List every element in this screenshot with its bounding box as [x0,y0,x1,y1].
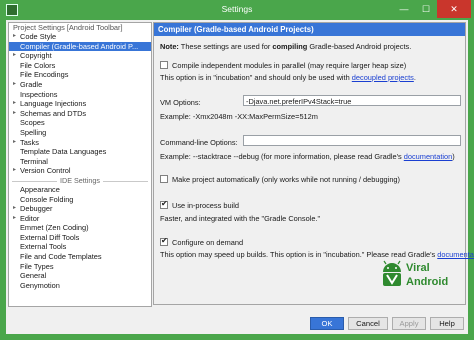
tree-item-label: Terminal [20,156,48,166]
sidebar-item-general[interactable]: General [9,271,151,281]
svg-text:Viral: Viral [406,262,430,274]
panel-title: Compiler (Gradle-based Android Projects) [154,23,465,36]
ide-settings-label: IDE Settings [57,175,103,185]
checkmark-icon: ✔ [161,236,168,245]
command-line-options-input[interactable] [243,135,461,146]
sidebar-item-schemas-and-dtds[interactable]: ▸ Schemas and DTDs [9,109,151,119]
sidebar-item-copyright[interactable]: ▸ Copyright [9,51,151,61]
sidebar-item-code-style[interactable]: ▸ Code Style [9,32,151,42]
expand-arrow-icon[interactable]: ▸ [13,109,16,119]
sidebar-item-external-diff-tools[interactable]: External Diff Tools [9,233,151,243]
sidebar-item-genymotion[interactable]: Genymotion [9,281,151,291]
sidebar-item-template-data-languages[interactable]: Template Data Languages [9,147,151,157]
in-process-build-checkbox[interactable]: ✔ [160,199,168,209]
sidebar-item-debugger[interactable]: ▸ Debugger [9,204,151,214]
sidebar-item-tasks[interactable]: ▸ Tasks [9,138,151,148]
expand-arrow-icon[interactable]: ▸ [13,51,16,61]
in-process-build-row[interactable]: ✔ Use in-process build [160,199,239,210]
in-process-build-label: Use in-process build [172,201,239,210]
make-automatically-label: Make project automatically (only works w… [172,175,400,184]
sidebar-item-terminal[interactable]: Terminal [9,157,151,167]
apply-button[interactable]: Apply [392,317,426,330]
tree-item-label: Inspections [20,89,58,99]
tree-item-label: File Types [20,261,54,271]
tree-item-label: Emmet (Zen Coding) [20,223,89,233]
sidebar-item-external-tools[interactable]: External Tools [9,242,151,252]
ok-button[interactable]: OK [310,317,344,330]
vm-options-input[interactable]: -Djava.net.preferIPv4Stack=true [243,95,461,106]
parallel-checkbox[interactable] [160,61,168,69]
tree-item-label: File Colors [20,60,56,70]
decoupled-projects-link[interactable]: decoupled projects [352,73,414,82]
sidebar-item-gradle[interactable]: ▸ Gradle [9,80,151,90]
tree-item-label: Console Folding [20,194,74,204]
expand-arrow-icon[interactable]: ▸ [13,204,16,214]
compiler-note: Note: These settings are used for compil… [160,42,412,51]
sidebar-item-file-types[interactable]: File Types [9,262,151,272]
parallel-description: This option is in "incubation" and shoul… [160,73,416,82]
tree-item-label: Schemas and DTDs [20,108,87,118]
configure-on-demand-checkbox[interactable]: ✔ [160,236,168,246]
sidebar-item-file-colors[interactable]: File Colors [9,61,151,71]
vm-options-label: VM Options: [160,98,201,107]
tree-item-label: Appearance [20,184,60,194]
ide-settings-separator: IDE Settings [9,175,151,185]
viral-android-watermark: Viral Android [383,260,448,288]
sidebar-item-editor[interactable]: ▸ Editor [9,214,151,224]
checkmark-icon: ✔ [161,199,168,208]
expand-arrow-icon[interactable]: ▸ [13,99,16,109]
expand-arrow-icon[interactable]: ▸ [13,32,16,42]
sidebar-item-spelling[interactable]: Spelling [9,128,151,138]
sidebar-item-language-injections[interactable]: ▸ Language Injections [9,99,151,109]
sidebar-item-inspections[interactable]: Inspections [9,90,151,100]
sidebar-item-scopes[interactable]: Scopes [9,118,151,128]
in-process-build-description: Faster, and integrated with the "Gradle … [160,214,321,223]
configure-on-demand-row[interactable]: ✔ Configure on demand [160,236,244,247]
make-automatically-checkbox[interactable] [160,175,168,183]
sidebar-item-appearance[interactable]: Appearance [9,185,151,195]
project-settings-label: Project Settings [Android Toolbar] [13,23,123,32]
sidebar-item-console-folding[interactable]: Console Folding [9,195,151,205]
sidebar-item-version-control[interactable]: ▸ Version Control [9,166,151,176]
tree-item-label: Scopes [20,118,45,128]
command-line-options-label: Command-line Options: [160,138,238,147]
close-button[interactable]: ✕ [437,0,471,18]
configure-on-demand-label: Configure on demand [172,238,244,247]
make-automatically-row[interactable]: Make project automatically (only works w… [160,175,400,184]
expand-arrow-icon[interactable]: ▸ [13,166,16,176]
maximize-button[interactable]: ☐ [415,0,437,18]
parallel-checkbox-row[interactable]: Compile independent modules in parallel … [160,61,406,70]
tree-item-label: Language Injections [20,99,87,109]
expand-arrow-icon[interactable]: ▸ [13,214,16,224]
tree-item-label: External Tools [20,242,67,252]
expand-arrow-icon[interactable]: ▸ [13,138,16,148]
sidebar-item-compiler-gradle-based-android-p[interactable]: Compiler (Gradle-based Android P... [9,41,151,52]
tree-item-label: Spelling [20,127,47,137]
command-line-example: Example: --stacktrace --debug (for more … [160,152,455,161]
android-logo-icon [383,260,401,286]
tree-item-label: Code Style [20,32,57,41]
tree-item-label: File and Code Templates [20,252,102,262]
parallel-label: Compile independent modules in parallel … [172,61,407,70]
sidebar-item-file-and-code-templates[interactable]: File and Code Templates [9,252,151,262]
sidebar-item-file-encodings[interactable]: File Encodings [9,70,151,80]
cancel-button[interactable]: Cancel [348,317,388,330]
minimize-button[interactable]: — [393,0,415,18]
title-bar: Settings — ☐ ✕ [0,0,474,20]
gradle-docs-link[interactable]: documentation [404,152,452,161]
tree-item-label: General [20,271,47,281]
settings-tree[interactable]: Project Settings [Android Toolbar] ▸ Code… [8,22,152,307]
expand-arrow-icon[interactable]: ▸ [13,80,16,90]
sidebar-item-emmet-zen-coding[interactable]: Emmet (Zen Coding) [9,223,151,233]
tree-item-label: Version Control [20,166,71,176]
tree-item-label: Compiler (Gradle-based Android P... [20,41,139,51]
vm-options-example: Example: -Xmx2048m -XX:MaxPermSize=512m [160,112,318,121]
tree-item-label: Template Data Languages [20,147,107,157]
tree-item-label: External Diff Tools [20,232,80,242]
tree-item-label: Genymotion [20,280,60,290]
help-button[interactable]: Help [430,317,464,330]
svg-text:Android: Android [406,276,448,288]
tree-item-label: File Encodings [20,70,69,80]
